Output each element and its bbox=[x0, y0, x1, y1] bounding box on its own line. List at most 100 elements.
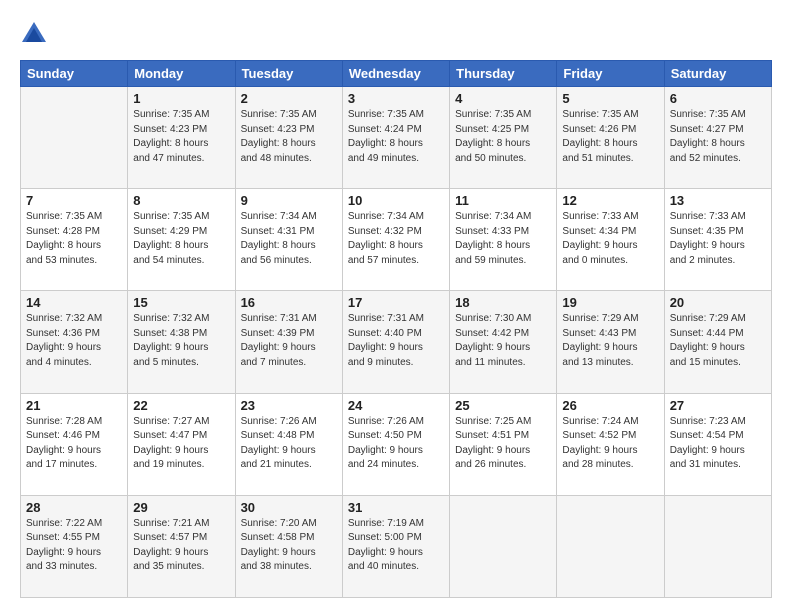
week-row-3: 14 Sunrise: 7:32 AMSunset: 4:36 PMDayligh… bbox=[21, 291, 772, 393]
calendar-cell bbox=[664, 495, 771, 597]
calendar-cell: 8Sunrise: 7:35 AMSunset: 4:29 PMDaylight… bbox=[128, 189, 235, 291]
weekday-header-tuesday: Tuesday bbox=[235, 61, 342, 87]
day-number: 6 bbox=[670, 91, 766, 106]
calendar-cell: 18Sunrise: 7:30 AMSunset: 4:42 PMDayligh… bbox=[450, 291, 557, 393]
day-number: 9 bbox=[241, 193, 337, 208]
day-number: 23 bbox=[241, 398, 337, 413]
cell-content: Sunrise: 7:33 AMSunset: 4:34 PMDaylight:… bbox=[562, 210, 658, 268]
calendar-cell: 31 Sunrise: 7:19 AMSunset: 5:00 PMDayligh… bbox=[342, 495, 449, 597]
cell-content: Sunrise: 7:35 AMSunset: 4:28 PMDaylight:… bbox=[26, 210, 122, 268]
weekday-header-thursday: Thursday bbox=[450, 61, 557, 87]
calendar-cell: 30 Sunrise: 7:20 AMSunset: 4:58 PMDayligh… bbox=[235, 495, 342, 597]
day-number: 17 bbox=[348, 295, 444, 310]
logo bbox=[20, 22, 52, 50]
day-number: 19 bbox=[562, 295, 658, 310]
calendar-cell: 13 Sunrise: 7:33 AMSunset: 4:35 PMDayligh… bbox=[664, 189, 771, 291]
cell-content: Sunrise: 7:29 AMSunset: 4:44 PMDaylight:… bbox=[670, 312, 766, 370]
weekday-header-monday: Monday bbox=[128, 61, 235, 87]
day-number: 29 bbox=[133, 500, 229, 515]
calendar-cell: 11Sunrise: 7:34 AMSunset: 4:33 PMDayligh… bbox=[450, 189, 557, 291]
day-number: 24 bbox=[348, 398, 444, 413]
calendar-table: SundayMondayTuesdayWednesdayThursdayFrid… bbox=[20, 60, 772, 598]
cell-content: Sunrise: 7:23 AMSunset: 4:54 PMDaylight:… bbox=[670, 415, 766, 473]
cell-content: Sunrise: 7:26 AMSunset: 4:48 PMDaylight:… bbox=[241, 415, 337, 473]
cell-content: Sunrise: 7:29 AMSunset: 4:43 PMDaylight:… bbox=[562, 312, 658, 370]
cell-content: Sunrise: 7:25 AMSunset: 4:51 PMDaylight:… bbox=[455, 415, 551, 473]
cell-content: Sunrise: 7:22 AMSunset: 4:55 PMDaylight:… bbox=[26, 517, 122, 575]
day-number: 1 bbox=[133, 91, 229, 106]
cell-content: Sunrise: 7:32 AMSunset: 4:38 PMDaylight:… bbox=[133, 312, 229, 370]
day-number: 25 bbox=[455, 398, 551, 413]
day-number: 28 bbox=[26, 500, 122, 515]
calendar-cell: 20Sunrise: 7:29 AMSunset: 4:44 PMDayligh… bbox=[664, 291, 771, 393]
day-number: 31 bbox=[348, 500, 444, 515]
day-number: 11 bbox=[455, 193, 551, 208]
cell-content: Sunrise: 7:27 AMSunset: 4:47 PMDaylight:… bbox=[133, 415, 229, 473]
cell-content: Sunrise: 7:35 AMSunset: 4:27 PMDaylight:… bbox=[670, 108, 766, 166]
cell-content: Sunrise: 7:35 AMSunset: 4:26 PMDaylight:… bbox=[562, 108, 658, 166]
day-number: 3 bbox=[348, 91, 444, 106]
day-number: 4 bbox=[455, 91, 551, 106]
calendar-cell: 4 Sunrise: 7:35 AMSunset: 4:25 PMDaylight… bbox=[450, 87, 557, 189]
day-number: 22 bbox=[133, 398, 229, 413]
calendar-cell: 3 Sunrise: 7:35 AMSunset: 4:24 PMDaylight… bbox=[342, 87, 449, 189]
weekday-header-saturday: Saturday bbox=[664, 61, 771, 87]
week-row-1: 1 Sunrise: 7:35 AMSunset: 4:23 PMDaylight… bbox=[21, 87, 772, 189]
calendar-cell: 7Sunrise: 7:35 AMSunset: 4:28 PMDaylight… bbox=[21, 189, 128, 291]
calendar-cell: 6 Sunrise: 7:35 AMSunset: 4:27 PMDaylight… bbox=[664, 87, 771, 189]
calendar-cell: 23 Sunrise: 7:26 AMSunset: 4:48 PMDayligh… bbox=[235, 393, 342, 495]
cell-content: Sunrise: 7:20 AMSunset: 4:58 PMDaylight:… bbox=[241, 517, 337, 575]
cell-content: Sunrise: 7:33 AMSunset: 4:35 PMDaylight:… bbox=[670, 210, 766, 268]
day-number: 26 bbox=[562, 398, 658, 413]
calendar-cell: 29 Sunrise: 7:21 AMSunset: 4:57 PMDayligh… bbox=[128, 495, 235, 597]
calendar-cell: 22 Sunrise: 7:27 AMSunset: 4:47 PMDayligh… bbox=[128, 393, 235, 495]
calendar-cell: 5 Sunrise: 7:35 AMSunset: 4:26 PMDaylight… bbox=[557, 87, 664, 189]
cell-content: Sunrise: 7:26 AMSunset: 4:50 PMDaylight:… bbox=[348, 415, 444, 473]
day-number: 16 bbox=[241, 295, 337, 310]
day-number: 18 bbox=[455, 295, 551, 310]
day-number: 10 bbox=[348, 193, 444, 208]
calendar-cell bbox=[557, 495, 664, 597]
day-number: 2 bbox=[241, 91, 337, 106]
week-row-5: 28 Sunrise: 7:22 AMSunset: 4:55 PMDayligh… bbox=[21, 495, 772, 597]
calendar-page: SundayMondayTuesdayWednesdayThursdayFrid… bbox=[0, 0, 792, 612]
day-number: 12 bbox=[562, 193, 658, 208]
cell-content: Sunrise: 7:21 AMSunset: 4:57 PMDaylight:… bbox=[133, 517, 229, 575]
calendar-cell bbox=[21, 87, 128, 189]
calendar-cell: 2 Sunrise: 7:35 AMSunset: 4:23 PMDaylight… bbox=[235, 87, 342, 189]
cell-content: Sunrise: 7:34 AMSunset: 4:32 PMDaylight:… bbox=[348, 210, 444, 268]
cell-content: Sunrise: 7:31 AMSunset: 4:40 PMDaylight:… bbox=[348, 312, 444, 370]
day-number: 21 bbox=[26, 398, 122, 413]
cell-content: Sunrise: 7:35 AMSunset: 4:24 PMDaylight:… bbox=[348, 108, 444, 166]
calendar-cell: 16 Sunrise: 7:31 AMSunset: 4:39 PMDayligh… bbox=[235, 291, 342, 393]
cell-content: Sunrise: 7:32 AMSunset: 4:36 PMDaylight:… bbox=[26, 312, 122, 370]
cell-content: Sunrise: 7:28 AMSunset: 4:46 PMDaylight:… bbox=[26, 415, 122, 473]
week-row-4: 21 Sunrise: 7:28 AMSunset: 4:46 PMDayligh… bbox=[21, 393, 772, 495]
calendar-cell: 25 Sunrise: 7:25 AMSunset: 4:51 PMDayligh… bbox=[450, 393, 557, 495]
calendar-cell: 27 Sunrise: 7:23 AMSunset: 4:54 PMDayligh… bbox=[664, 393, 771, 495]
day-number: 27 bbox=[670, 398, 766, 413]
day-number: 30 bbox=[241, 500, 337, 515]
calendar-cell: 17 Sunrise: 7:31 AMSunset: 4:40 PMDayligh… bbox=[342, 291, 449, 393]
calendar-cell: 9Sunrise: 7:34 AMSunset: 4:31 PMDaylight… bbox=[235, 189, 342, 291]
calendar-cell: 12 Sunrise: 7:33 AMSunset: 4:34 PMDayligh… bbox=[557, 189, 664, 291]
weekday-header-wednesday: Wednesday bbox=[342, 61, 449, 87]
day-number: 14 bbox=[26, 295, 122, 310]
day-number: 15 bbox=[133, 295, 229, 310]
calendar-cell: 21 Sunrise: 7:28 AMSunset: 4:46 PMDayligh… bbox=[21, 393, 128, 495]
calendar-cell: 28 Sunrise: 7:22 AMSunset: 4:55 PMDayligh… bbox=[21, 495, 128, 597]
cell-content: Sunrise: 7:19 AMSunset: 5:00 PMDaylight:… bbox=[348, 517, 444, 575]
cell-content: Sunrise: 7:35 AMSunset: 4:25 PMDaylight:… bbox=[455, 108, 551, 166]
cell-content: Sunrise: 7:35 AMSunset: 4:23 PMDaylight:… bbox=[241, 108, 337, 166]
cell-content: Sunrise: 7:31 AMSunset: 4:39 PMDaylight:… bbox=[241, 312, 337, 370]
calendar-cell: 24 Sunrise: 7:26 AMSunset: 4:50 PMDayligh… bbox=[342, 393, 449, 495]
calendar-cell: 19 Sunrise: 7:29 AMSunset: 4:43 PMDayligh… bbox=[557, 291, 664, 393]
calendar-cell: 26Sunrise: 7:24 AMSunset: 4:52 PMDayligh… bbox=[557, 393, 664, 495]
day-number: 5 bbox=[562, 91, 658, 106]
header bbox=[20, 18, 772, 50]
weekday-header-row: SundayMondayTuesdayWednesdayThursdayFrid… bbox=[21, 61, 772, 87]
weekday-header-friday: Friday bbox=[557, 61, 664, 87]
day-number: 13 bbox=[670, 193, 766, 208]
calendar-cell: 14 Sunrise: 7:32 AMSunset: 4:36 PMDayligh… bbox=[21, 291, 128, 393]
calendar-cell: 15 Sunrise: 7:32 AMSunset: 4:38 PMDayligh… bbox=[128, 291, 235, 393]
